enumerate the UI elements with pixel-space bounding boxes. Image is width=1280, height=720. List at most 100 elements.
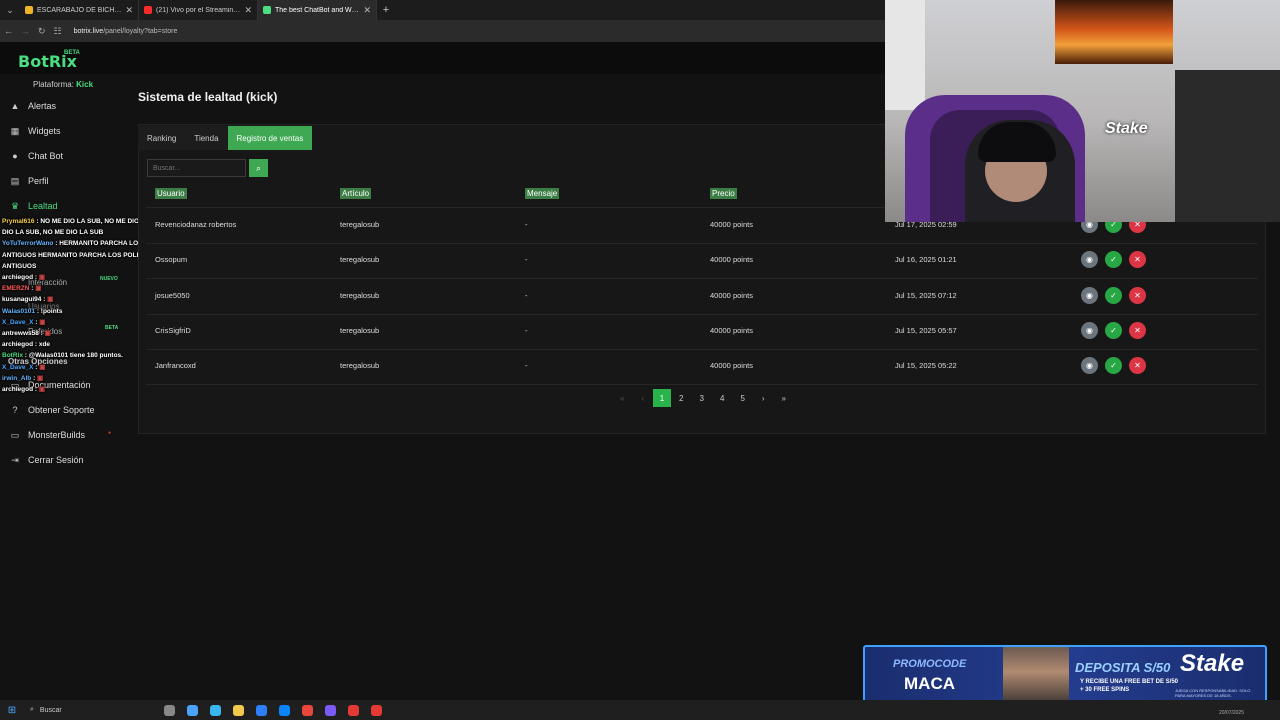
new-tab-button[interactable]: + [377, 4, 395, 16]
tab-favicon-icon [144, 6, 152, 14]
sidebar-item-label: Widgets [28, 126, 61, 136]
page-link[interactable]: › [753, 389, 774, 407]
app-icon [302, 704, 313, 716]
chat-text: !points [40, 307, 63, 315]
tab-close-icon[interactable]: ✕ [363, 5, 371, 16]
chat-username: X_Dave_X [2, 318, 34, 326]
reject-icon[interactable]: ✕ [1129, 287, 1146, 304]
ad-promocode-label: PROMOCODE [893, 658, 967, 670]
row-divider [146, 278, 1258, 279]
tab-close-icon[interactable]: ✕ [244, 5, 252, 16]
sidebar-item-label: MonsterBuilds [28, 430, 86, 440]
sidebar-item-lealtad[interactable]: ♛ Lealtad [10, 199, 58, 213]
search-input[interactable] [147, 159, 246, 177]
forward-icon[interactable]: → [21, 26, 30, 36]
tab-search-icon[interactable]: ⌄ [0, 0, 20, 20]
sidebar-item-widgets[interactable]: ▦ Widgets [10, 124, 61, 138]
chat-username: irwin_Alb [2, 374, 32, 382]
page-link[interactable]: 5 [733, 389, 754, 407]
eye-icon[interactable]: ◉ [1081, 322, 1098, 339]
taskbar-app-icon[interactable] [342, 700, 365, 720]
back-icon[interactable]: ← [4, 26, 13, 36]
tab-favicon-icon [263, 6, 271, 14]
page-link[interactable]: ‹ [633, 389, 654, 407]
taskbar-app-icon[interactable] [319, 700, 342, 720]
page-link[interactable]: « [612, 389, 633, 407]
cell-message: - [525, 255, 528, 264]
taskbar-app-icon[interactable] [273, 700, 296, 720]
taskbar-app-icon[interactable] [365, 700, 388, 720]
tab-close-icon[interactable]: ✕ [125, 5, 133, 16]
cell-date: Jul 16, 2025 01:21 [895, 255, 957, 264]
chat-username: kusanagui94 [2, 296, 42, 304]
taskbar-app-icon[interactable] [250, 700, 273, 720]
sidebar-item-chat-bot[interactable]: ● Chat Bot [10, 149, 63, 163]
windows-start-icon[interactable]: ⊞ [0, 705, 24, 716]
sidebar-item-label: Obtener Soporte [28, 405, 95, 415]
search-icon: ⌕ [255, 162, 262, 173]
tab-registro-de-ventas[interactable]: Registro de ventas [227, 126, 313, 150]
chat-emote-icon: ▣ [38, 274, 45, 282]
profile-icon: ▤ [10, 175, 20, 186]
app-topbar [0, 42, 885, 74]
row-divider [146, 314, 1258, 315]
chat-username: Prymal616 [2, 218, 35, 225]
page-link[interactable]: 4 [712, 389, 733, 407]
chat-username: archiegod [2, 386, 34, 394]
taskbar-app-icon[interactable] [296, 700, 319, 720]
page-link[interactable]: 1 [653, 389, 671, 407]
ad-stake-logo: Stake [1180, 650, 1245, 677]
eye-icon[interactable]: ◉ [1081, 287, 1098, 304]
reject-icon[interactable]: ✕ [1129, 322, 1146, 339]
ad-fineprint: JUEGA CON RESPONSABILIDAD. SOLO PARA MAY… [1175, 688, 1251, 698]
sidebar-item-alertas[interactable]: ▲ Alertas [10, 99, 56, 113]
approve-icon[interactable]: ✓ [1105, 251, 1122, 268]
cell-date: Jul 15, 2025 05:22 [895, 361, 957, 370]
approve-icon[interactable]: ✓ [1105, 322, 1122, 339]
sidebar-item-cerrar-sesión[interactable]: ⇥ Cerrar Sesión [10, 453, 84, 467]
taskbar: ⊞ ⌕ Buscar [0, 700, 1280, 720]
taskbar-app-icon[interactable] [204, 700, 227, 720]
browser-tabstrip: ⌄ ESCARABAJO DE BICHOS - Bus✕(21) Vivo p… [0, 0, 885, 20]
sidebar-item-monsterbuilds[interactable]: ▭ MonsterBuilds [10, 428, 85, 442]
approve-icon[interactable]: ✓ [1105, 287, 1122, 304]
page-link[interactable]: » [774, 389, 795, 407]
webcam-stake-logo: Stake [1105, 120, 1148, 137]
url-field[interactable]: botrix.live/panel/loyalty?tab=store [74, 28, 178, 35]
site-info-icon[interactable]: ☷ [54, 26, 62, 37]
reject-icon[interactable]: ✕ [1129, 251, 1146, 268]
taskbar-app-icon[interactable] [181, 700, 204, 720]
browser-tab[interactable]: ESCARABAJO DE BICHOS - Bus ✕ [20, 0, 139, 20]
sidebar-item-label: Cerrar Sesión [28, 455, 84, 465]
taskbar-app-icon[interactable] [227, 700, 250, 720]
chat-username: BotRix [2, 352, 23, 360]
app-icon [187, 704, 198, 716]
cell-price: 40000 points [710, 361, 753, 370]
app-icon [325, 704, 336, 716]
cell-item: teregalosub [340, 361, 380, 370]
taskbar-app-icon[interactable] [158, 700, 181, 720]
approve-icon[interactable]: ✓ [1105, 357, 1122, 374]
search-button[interactable]: ⌕ [249, 159, 268, 177]
app-icon [256, 704, 267, 716]
eye-icon[interactable]: ◉ [1081, 251, 1098, 268]
cell-item: teregalosub [340, 326, 380, 335]
chat-emote-icon: ▣ [38, 386, 45, 394]
reload-icon[interactable]: ↻ [38, 26, 46, 37]
browser-tab[interactable]: The best ChatBot and Widgets ✕ [258, 0, 377, 20]
cell-price: 40000 points [710, 255, 753, 264]
cell-date: Jul 15, 2025 07:12 [895, 291, 957, 300]
tab-title: (21) Vivo por el Streaming - You [156, 6, 240, 14]
reject-icon[interactable]: ✕ [1129, 357, 1146, 374]
tab-ranking[interactable]: Ranking [138, 126, 186, 150]
chat-username: archiegod [2, 274, 34, 282]
tab-tienda[interactable]: Tienda [185, 126, 228, 150]
column-header: Mensaje [525, 188, 560, 199]
sidebar-item-obtener-soporte[interactable]: ? Obtener Soporte [10, 403, 95, 417]
page-link[interactable]: 2 [671, 389, 692, 407]
sidebar-item-perfil[interactable]: ▤ Perfil [10, 174, 49, 188]
page-link[interactable]: 3 [692, 389, 713, 407]
eye-icon[interactable]: ◉ [1081, 357, 1098, 374]
taskbar-search[interactable]: ⌕ Buscar [24, 702, 124, 718]
browser-tab[interactable]: (21) Vivo por el Streaming - You ✕ [139, 0, 258, 20]
